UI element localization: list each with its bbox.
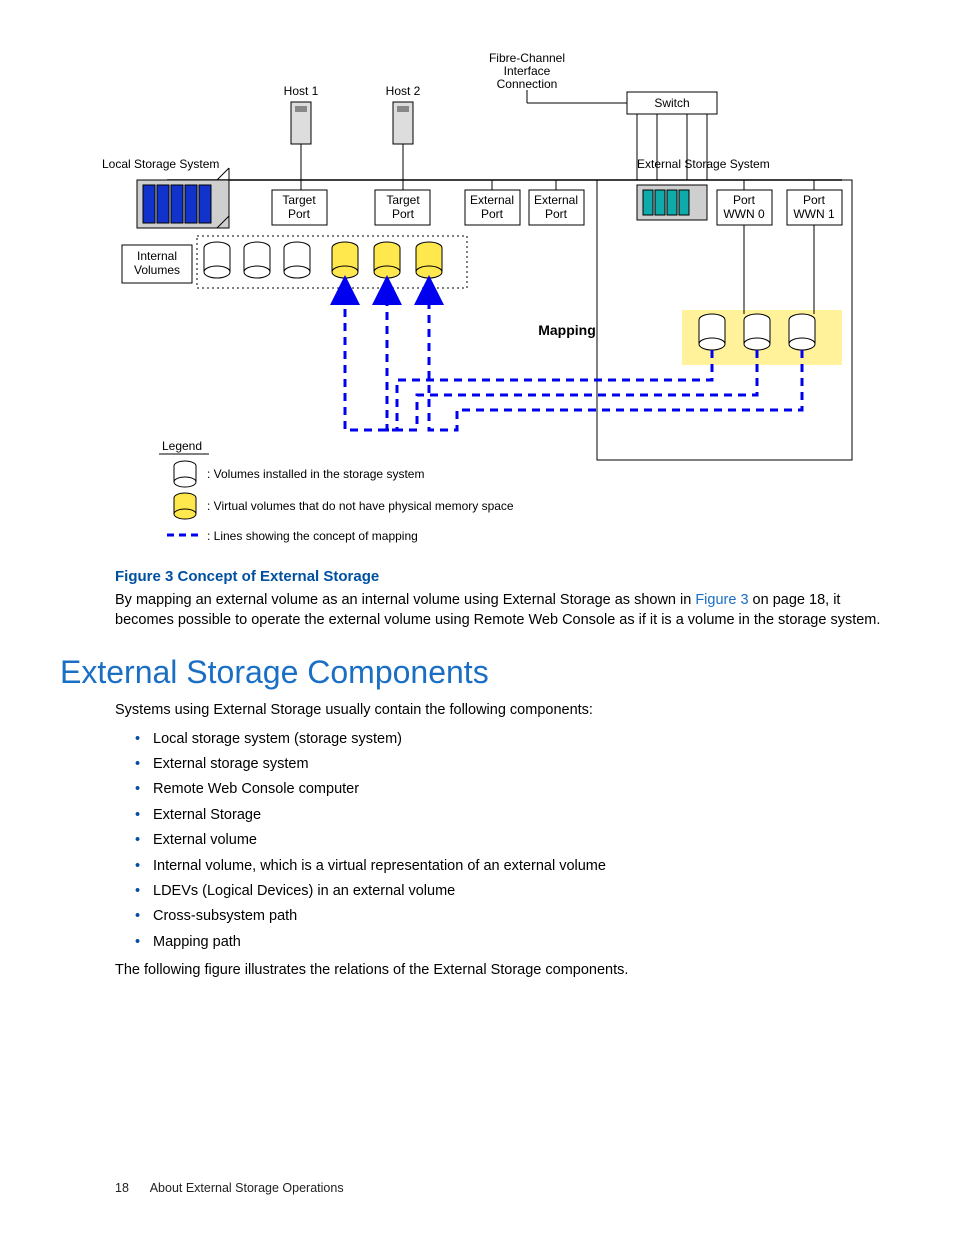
list-item: Local storage system (storage system) bbox=[135, 727, 894, 752]
para-mapping: By mapping an external volume as an inte… bbox=[115, 591, 894, 630]
local-sys-label: Local Storage System bbox=[102, 157, 219, 171]
list-item: Cross-subsystem path bbox=[135, 904, 894, 929]
page-footer: 18 About External Storage Operations bbox=[115, 1181, 894, 1195]
list-item: External storage system bbox=[135, 752, 894, 777]
host1-label: Host 1 bbox=[284, 84, 319, 98]
list-item: External volume bbox=[135, 828, 894, 853]
mapping-label: Mapping bbox=[538, 322, 596, 338]
footer-section: About External Storage Operations bbox=[150, 1181, 344, 1195]
concept-diagram: Fibre-ChannelInterfaceConnection Host 1 … bbox=[97, 50, 857, 550]
page-number: 18 bbox=[115, 1181, 129, 1195]
legend-virt: : Virtual volumes that do not have physi… bbox=[207, 499, 514, 513]
legend-title: Legend bbox=[162, 439, 202, 453]
switch-label: Switch bbox=[654, 96, 689, 110]
internal-volumes-label: InternalVolumes bbox=[134, 249, 180, 277]
section-heading: External Storage Components bbox=[60, 654, 894, 691]
list-item: Remote Web Console computer bbox=[135, 777, 894, 802]
list-item: Internal volume, which is a virtual repr… bbox=[135, 854, 894, 879]
list-item: Mapping path bbox=[135, 930, 894, 955]
legend-vol: : Volumes installed in the storage syste… bbox=[207, 467, 424, 481]
ext-sys-label: External Storage System bbox=[637, 157, 770, 171]
host2-label: Host 2 bbox=[386, 84, 421, 98]
list-item: External Storage bbox=[135, 803, 894, 828]
legend-lines: : Lines showing the concept of mapping bbox=[207, 529, 418, 543]
components-list: Local storage system (storage system) Ex… bbox=[135, 727, 894, 955]
figure-link[interactable]: Figure 3 bbox=[695, 592, 748, 608]
para-following-figure: The following figure illustrates the rel… bbox=[115, 961, 894, 981]
list-item: LDEVs (Logical Devices) in an external v… bbox=[135, 879, 894, 904]
para-components-intro: Systems using External Storage usually c… bbox=[115, 701, 894, 721]
fibre-label: Fibre-ChannelInterfaceConnection bbox=[489, 51, 565, 91]
figure-caption: Figure 3 Concept of External Storage bbox=[115, 568, 894, 585]
